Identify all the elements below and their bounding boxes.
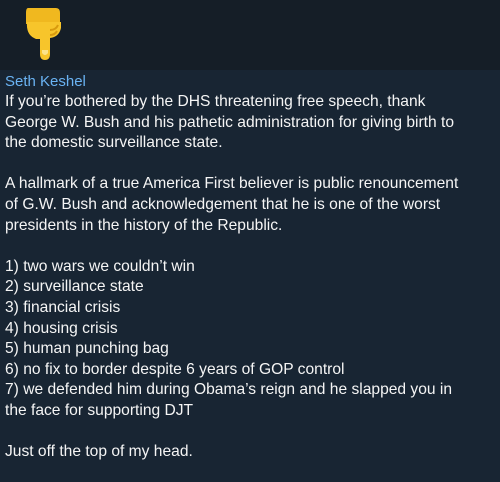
sender-name[interactable]: Seth Keshel (5, 72, 86, 92)
pointing-down-icon (22, 4, 66, 62)
message-text: If you’re bothered by the DHS threatenin… (5, 92, 497, 463)
paragraph-1: If you’re bothered by the DHS threatenin… (5, 93, 454, 152)
closing-line: Just off the top of my head. (5, 443, 193, 461)
paragraph-2: A hallmark of a true America First belie… (5, 175, 459, 234)
numbered-list: 1) two wars we couldn’t win 2) surveilla… (5, 257, 453, 419)
header-strip (0, 0, 500, 70)
